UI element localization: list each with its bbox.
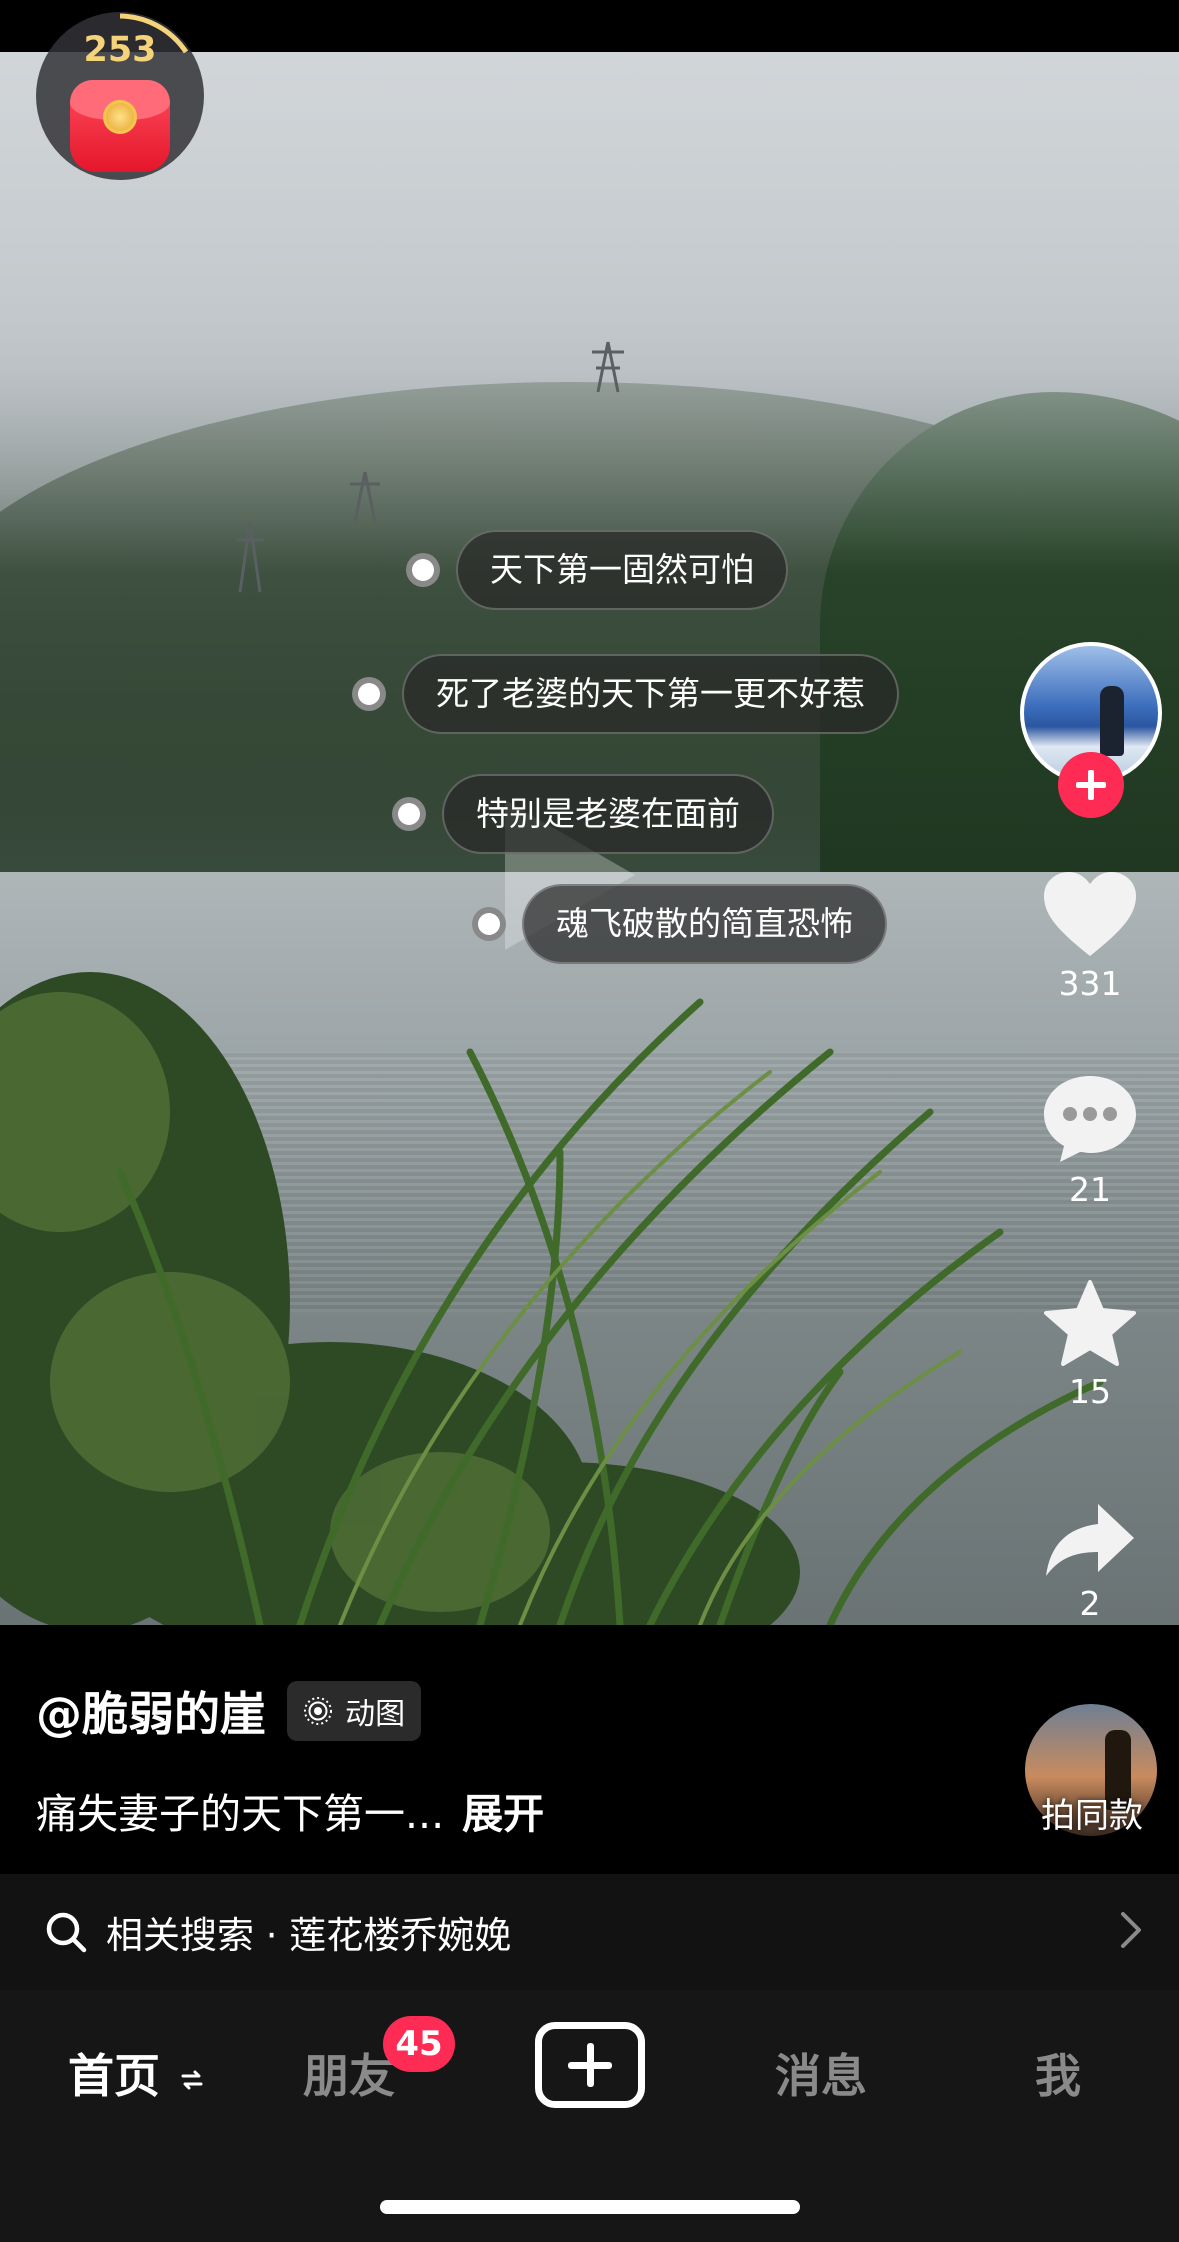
danmaku-item[interactable]: 死了老婆的天下第一更不好惹: [352, 654, 899, 734]
related-search-text: 相关搜索 · 莲花楼乔婉娩: [106, 1914, 512, 1957]
follow-button[interactable]: [1058, 752, 1124, 818]
danmaku-text: 魂飞破散的简直恐怖: [522, 884, 887, 964]
bullet-dot-icon: [472, 907, 506, 941]
comment-icon: [1044, 1076, 1136, 1162]
tab-home-label: 首页: [68, 2049, 160, 2103]
tab-friends[interactable]: 朋友: [303, 2040, 395, 2106]
tab-home[interactable]: 首页: [68, 2040, 204, 2106]
author-name[interactable]: @脆弱的崖: [36, 1678, 266, 1744]
red-packet-icon: [70, 80, 170, 172]
danmaku-text: 天下第一固然可怕: [456, 530, 788, 610]
danmaku-item[interactable]: 特别是老婆在面前: [392, 774, 774, 854]
chevron-right-icon: [1121, 1912, 1141, 1948]
plus-icon: [1076, 770, 1106, 800]
share-icon: [1046, 1504, 1134, 1576]
like-count: 331: [1058, 964, 1122, 1003]
same-style-button[interactable]: 拍同款: [1020, 1788, 1164, 1837]
home-indicator: [380, 2200, 800, 2214]
related-search-bar[interactable]: 相关搜索 · 莲花楼乔婉娩: [0, 1874, 1179, 1990]
post-info: @脆弱的崖 动图: [36, 1678, 422, 1744]
search-icon: [46, 1912, 87, 1953]
heart-icon: [1044, 872, 1136, 956]
danmaku-text: 死了老婆的天下第一更不好惹: [402, 654, 899, 734]
create-button[interactable]: [535, 2022, 645, 2108]
post-type-tag: 动图: [287, 1681, 422, 1741]
bullet-dot-icon: [406, 553, 440, 587]
comment-count: 21: [1069, 1170, 1111, 1209]
tab-me[interactable]: 我: [1035, 2040, 1081, 2106]
reward-widget[interactable]: 253: [36, 12, 204, 180]
share-count: 2: [1079, 1584, 1101, 1623]
danmaku-item[interactable]: 天下第一固然可怕: [406, 530, 788, 610]
live-photo-icon: [304, 1697, 333, 1725]
switch-arrows-icon: [181, 2070, 203, 2089]
danmaku-item[interactable]: 魂飞破散的简直恐怖: [472, 884, 887, 964]
post-description[interactable]: 痛失妻子的天下第一... 展开: [36, 1780, 544, 1840]
like-button[interactable]: 331: [1020, 868, 1160, 1003]
favorite-button[interactable]: 15: [1020, 1278, 1160, 1411]
comment-button[interactable]: 21: [1020, 1072, 1160, 1209]
post-type-label: 动图: [345, 1697, 406, 1732]
favorite-count: 15: [1069, 1372, 1111, 1411]
description-text: 痛失妻子的天下第一...: [36, 1790, 445, 1838]
danmaku-text: 特别是老婆在面前: [442, 774, 774, 854]
expand-button[interactable]: 展开: [462, 1790, 544, 1838]
share-button[interactable]: 2: [1020, 1500, 1160, 1623]
tab-messages[interactable]: 消息: [775, 2040, 867, 2106]
star-icon: [1044, 1280, 1136, 1366]
reward-count: 253: [83, 30, 157, 70]
friends-badge: 45: [383, 2016, 455, 2072]
bullet-dot-icon: [392, 797, 426, 831]
bullet-dot-icon: [352, 677, 386, 711]
